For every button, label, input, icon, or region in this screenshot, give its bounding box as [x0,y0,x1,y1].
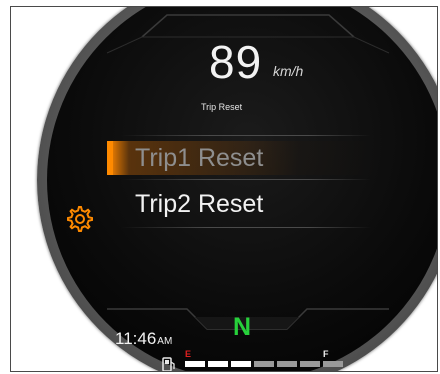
fuel-segment [277,361,297,367]
fuel-pump-icon [162,357,175,371]
gear-indicator: N [233,313,252,341]
fuel-segment [231,361,251,367]
fuel-segment [185,361,205,367]
fuel-segment [254,361,274,367]
speed-unit: km/h [273,63,304,79]
menu-divider [121,179,371,180]
clock-time: 11:46 [115,329,157,348]
gear-icon[interactable] [64,203,94,233]
fuel-segment [208,361,228,367]
menu-item-trip2-reset[interactable]: Trip2 Reset [107,187,377,221]
screenshot-frame: 89 km/h Trip Reset Trip1 Reset Trip2 Res… [10,6,438,372]
clock: 11:46AM [115,329,172,349]
fuel-empty-label: E [185,349,192,359]
fuel-segment [323,361,343,367]
clock-ampm: AM [157,336,173,347]
menu-divider [121,227,371,228]
fuel-segment [300,361,320,367]
menu-item-label: Trip1 Reset [135,144,264,172]
screen-title: Trip Reset [201,102,243,112]
menu-item-trip1-reset[interactable]: Trip1 Reset [107,141,377,175]
fuel-full-label: F [323,349,329,359]
menu-divider [121,135,371,136]
speed-readout: 89 [209,36,263,88]
menu-item-label: Trip2 Reset [135,190,264,218]
